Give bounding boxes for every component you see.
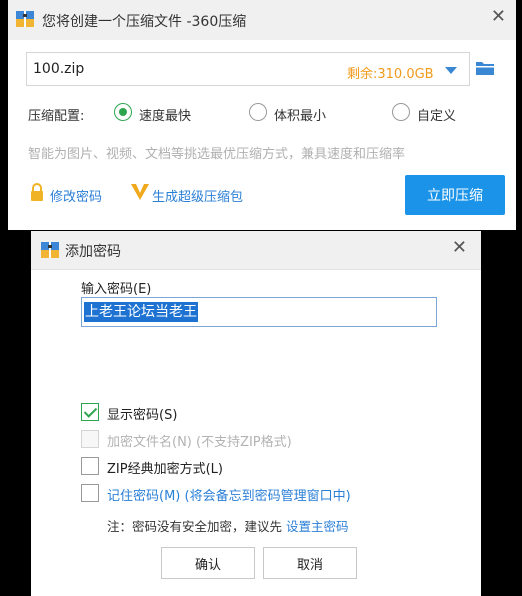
set-master-password-link[interactable]: 设置主密码 [286,519,349,534]
compress-dialog-title: 您将创建一个压缩文件 -360压缩 [42,14,247,30]
compress-config-label: 压缩配置: [28,109,85,124]
zip-classic-encryption-label[interactable]: ZIP经典加密方式(L) [107,458,223,477]
close-icon[interactable]: ✕ [491,8,506,26]
compress-hint-text: 智能为图片、视频、文档等挑选最优压缩方式，兼具速度和压缩率 [28,147,406,162]
archive-path-field[interactable]: 剩余:310.0GB [26,52,470,86]
chevron-down-icon[interactable] [445,67,457,74]
super-v-icon [131,184,149,200]
lock-icon [31,183,43,201]
encrypt-filename-label: 加密文件名(N) (不支持ZIP格式) [107,435,292,450]
zip-classic-encryption-checkbox[interactable] [81,457,99,475]
show-password-label[interactable]: 显示密码(S) [107,404,177,423]
radio-size-smallest[interactable] [249,103,267,121]
archive-name-input[interactable] [33,59,313,79]
remaining-space: 剩余:310.0GB [347,67,434,82]
360-zip-app-icon [16,11,34,27]
remember-password-label[interactable]: 记住密码(M) (将会备忘到密码管理窗口中) [107,485,351,504]
option-size-smallest-label[interactable]: 体积最小 [274,105,326,124]
compress-dialog-titlebar[interactable]: 您将创建一个压缩文件 -360压缩 ✕ [8,0,516,40]
password-input[interactable]: 上老王论坛当老王 [81,297,437,327]
remember-password-checkbox[interactable] [81,484,99,502]
super-package-link[interactable]: 生成超级压缩包 [152,186,243,205]
cancel-button[interactable]: 取消 [263,547,357,579]
password-dialog-titlebar[interactable]: 添加密码 ✕ [31,231,481,270]
radio-custom[interactable] [392,103,410,121]
folder-icon[interactable] [475,60,495,76]
option-custom-label[interactable]: 自定义 [417,105,456,124]
360-zip-app-icon [41,242,59,258]
close-icon[interactable]: ✕ [452,239,467,257]
compress-dialog: 您将创建一个压缩文件 -360压缩 ✕ 剩余:310.0GB 压缩配置: 速度最… [8,0,516,230]
confirm-button[interactable]: 确认 [161,547,255,579]
password-value[interactable]: 上老王论坛当老王 [84,302,198,322]
security-note: 注：密码没有安全加密，建议先 设置主密码 [107,516,349,535]
show-password-checkbox[interactable] [81,403,99,421]
password-dialog-title: 添加密码 [65,244,121,260]
add-password-dialog: 添加密码 ✕ 输入密码(E) 上老王论坛当老王 显示密码(S) 加密文件名(N)… [31,231,481,596]
security-note-text: 注：密码没有安全加密，建议先 [107,519,283,534]
option-speed-fastest-label[interactable]: 速度最快 [139,105,191,124]
compress-now-button[interactable]: 立即压缩 [405,175,505,215]
radio-speed-fastest[interactable] [114,103,132,121]
encrypt-filename-checkbox [81,430,99,448]
change-password-link[interactable]: 修改密码 [50,186,102,205]
password-label: 输入密码(E) [81,282,152,297]
